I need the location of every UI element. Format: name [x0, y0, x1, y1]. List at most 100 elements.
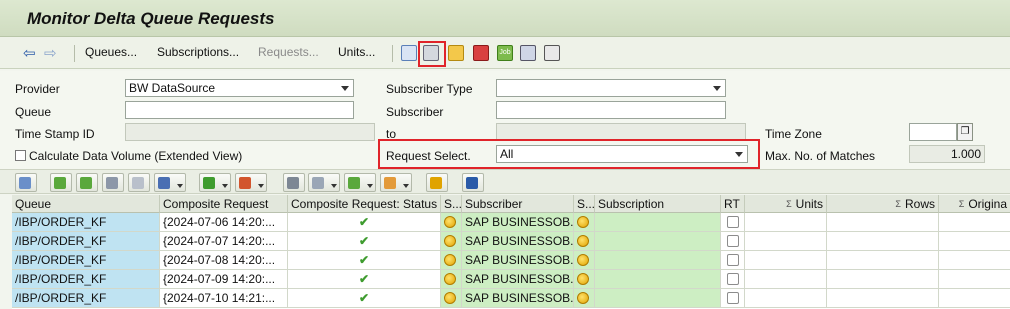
subscriber-cell[interactable]: SAP BUSINESSOB... — [462, 213, 574, 232]
filter-button[interactable] — [154, 173, 186, 192]
subscriber-cell[interactable]: SAP BUSINESSOB... — [462, 289, 574, 308]
queue-cell[interactable]: /IBP/ORDER_KF — [12, 289, 160, 308]
max-matches-input[interactable]: 1.000 — [909, 145, 985, 163]
subscriber-cell[interactable]: SAP BUSINESSOB... — [462, 270, 574, 289]
column-header-subscription[interactable]: Subscription — [595, 195, 721, 213]
rt-cell[interactable] — [721, 270, 745, 289]
info-button[interactable] — [462, 173, 484, 192]
status-icon — [577, 254, 589, 266]
column-header-composite-status[interactable]: Composite Request: Status — [288, 195, 441, 213]
table-row[interactable]: /IBP/ORDER_KF {2024-07-07 14:20:... ✔ SA… — [12, 232, 1010, 251]
display-list-icon[interactable] — [520, 45, 536, 61]
rt-checkbox[interactable] — [726, 216, 739, 228]
column-header-rt[interactable]: RT — [721, 195, 745, 213]
table-row[interactable]: /IBP/ORDER_KF {2024-07-10 14:21:... ✔ SA… — [12, 289, 1010, 308]
rt-cell[interactable] — [721, 232, 745, 251]
arrow-left-icon[interactable]: ⇦ — [23, 44, 36, 62]
subscription-cell[interactable] — [595, 213, 721, 232]
status-icon — [444, 216, 456, 228]
rt-checkbox[interactable] — [726, 273, 739, 285]
provider-dropdown[interactable]: BW DataSource — [125, 79, 354, 97]
table-row[interactable]: /IBP/ORDER_KF {2024-07-08 14:20:... ✔ SA… — [12, 251, 1010, 270]
units-cell — [745, 232, 827, 251]
subscriber-type-dropdown[interactable] — [496, 79, 726, 97]
subscriber-input[interactable] — [496, 101, 726, 119]
queue-cell[interactable]: /IBP/ORDER_KF — [12, 213, 160, 232]
column-header-rows[interactable]: Σ Rows — [827, 195, 939, 213]
queue-cell[interactable]: /IBP/ORDER_KF — [12, 232, 160, 251]
provider-value: BW DataSource — [129, 81, 216, 95]
column-header-units-label: Units — [795, 197, 823, 211]
subscriptions-menu-button[interactable]: Subscriptions... — [157, 45, 239, 59]
sort-descending-button[interactable] — [76, 173, 98, 192]
views-button[interactable] — [308, 173, 340, 192]
units-menu-button[interactable]: Units... — [338, 45, 375, 59]
subscription-cell[interactable] — [595, 289, 721, 308]
sum-button[interactable] — [199, 173, 231, 192]
queue-cell[interactable]: /IBP/ORDER_KF — [12, 251, 160, 270]
graphic-button[interactable] — [426, 173, 448, 192]
time-zone-input[interactable] — [909, 123, 957, 141]
alert-icon[interactable] — [473, 45, 489, 61]
subscriber-status-cell — [441, 289, 462, 308]
table-row[interactable]: /IBP/ORDER_KF {2024-07-09 14:20:... ✔ SA… — [12, 270, 1010, 289]
queue-input[interactable] — [125, 101, 354, 119]
rt-cell[interactable] — [721, 251, 745, 270]
origin-cell — [939, 289, 1010, 308]
job-icon[interactable]: Job — [497, 45, 513, 61]
hierarchy-icon[interactable] — [448, 45, 464, 61]
chart-icon — [430, 177, 442, 189]
details-button[interactable] — [15, 173, 37, 192]
column-header-composite-request[interactable]: Composite Request — [160, 195, 288, 213]
chevron-down-icon — [258, 184, 264, 188]
arrow-right-icon[interactable]: ⇨ — [44, 44, 57, 62]
sort-ascending-button[interactable] — [50, 173, 72, 192]
requests-menu-button[interactable]: Requests... — [258, 45, 319, 59]
origin-cell — [939, 270, 1010, 289]
subscription-cell[interactable] — [595, 232, 721, 251]
column-header-queue[interactable]: Queue — [12, 195, 160, 213]
composite-request-cell[interactable]: {2024-07-08 14:20:... — [160, 251, 288, 270]
subscriber-cell[interactable]: SAP BUSINESSOB... — [462, 251, 574, 270]
subscription-status-cell — [574, 251, 595, 270]
column-header-subscriber[interactable]: Subscriber — [462, 195, 574, 213]
units-cell — [745, 213, 827, 232]
column-header-origin[interactable]: Σ Origina — [939, 195, 1010, 213]
checkmark-icon: ✔ — [358, 253, 370, 267]
table-row[interactable]: /IBP/ORDER_KF {2024-07-06 14:20:... ✔ SA… — [12, 213, 1010, 232]
queues-menu-button[interactable]: Queues... — [85, 45, 137, 59]
subscription-cell[interactable] — [595, 251, 721, 270]
column-header-subscriber-status[interactable]: S... — [441, 195, 462, 213]
refresh-icon[interactable] — [401, 45, 417, 61]
print-button[interactable] — [283, 173, 305, 192]
rt-cell[interactable] — [721, 213, 745, 232]
calc-volume-checkbox[interactable] — [15, 150, 26, 161]
subscriber-cell[interactable]: SAP BUSINESSOB... — [462, 232, 574, 251]
sort-descending-icon — [80, 177, 92, 189]
timestamp-input[interactable] — [125, 123, 375, 141]
find-button[interactable] — [102, 173, 124, 192]
rt-checkbox[interactable] — [726, 254, 739, 266]
find-next-button[interactable] — [128, 173, 150, 192]
rt-checkbox[interactable] — [726, 235, 739, 247]
rt-cell[interactable] — [721, 289, 745, 308]
composite-request-cell[interactable]: {2024-07-07 14:20:... — [160, 232, 288, 251]
composite-request-cell[interactable]: {2024-07-06 14:20:... — [160, 213, 288, 232]
find-next-icon — [132, 177, 144, 189]
queue-cell[interactable]: /IBP/ORDER_KF — [12, 270, 160, 289]
column-header-units[interactable]: Σ Units — [745, 195, 827, 213]
flag-icon[interactable] — [544, 45, 560, 61]
composite-status-cell: ✔ — [288, 213, 441, 232]
layout-button[interactable] — [380, 173, 412, 192]
composite-request-cell[interactable]: {2024-07-09 14:20:... — [160, 270, 288, 289]
column-header-subscription-status[interactable]: S... — [574, 195, 595, 213]
export-button[interactable] — [344, 173, 376, 192]
subtotal-button[interactable] — [235, 173, 267, 192]
window-title: Monitor Delta Queue Requests — [27, 9, 275, 28]
value-help-icon[interactable]: ❐ — [957, 123, 973, 141]
rt-checkbox[interactable] — [726, 292, 739, 304]
composite-request-cell[interactable]: {2024-07-10 14:21:... — [160, 289, 288, 308]
subscription-cell[interactable] — [595, 270, 721, 289]
export-icon — [348, 177, 360, 189]
column-header-rows-label: Rows — [904, 197, 935, 211]
